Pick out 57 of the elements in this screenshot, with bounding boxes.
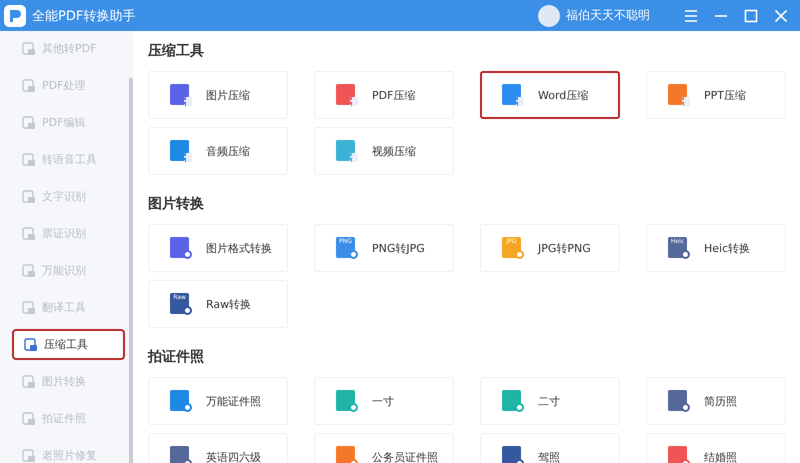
document-icon	[22, 116, 36, 130]
tool-card[interactable]: 图片压缩	[148, 71, 288, 119]
tool-label: 二寸	[538, 394, 560, 408]
document-icon	[22, 264, 36, 278]
tool-label: 视频压缩	[372, 144, 416, 158]
section-heading: 拍证件照	[148, 348, 205, 367]
tool-card[interactable]: 英语四六级	[148, 433, 288, 463]
tool-card[interactable]: 公务员证件照	[314, 433, 454, 463]
tool-card[interactable]: 图片格式转换	[148, 224, 288, 272]
tool-label: PNG转JPG	[372, 240, 425, 256]
tool-card[interactable]: PPT压缩	[646, 71, 786, 119]
document-icon	[22, 190, 36, 204]
tool-label: 一寸	[372, 394, 394, 408]
menu-icon[interactable]	[684, 8, 698, 22]
document-icon	[22, 78, 36, 92]
tool-card[interactable]: 驾照	[480, 433, 620, 463]
document-icon	[22, 448, 36, 462]
section-heading: 图片转换	[148, 195, 205, 214]
document-icon	[22, 412, 36, 426]
close-icon[interactable]	[774, 8, 788, 22]
tool-label: 图片压缩	[206, 88, 250, 102]
tool-card[interactable]: 一寸	[314, 377, 454, 425]
tool-label: Word压缩	[538, 88, 588, 102]
tool-card[interactable]: 二寸	[480, 377, 620, 425]
avatar-icon[interactable]	[538, 4, 560, 26]
tool-card[interactable]: 音频压缩	[148, 127, 288, 175]
tool-card[interactable]: 万能证件照	[148, 377, 288, 425]
tool-label: 简历照	[704, 394, 737, 408]
document-icon	[22, 226, 36, 240]
tool-label: 英语四六级	[206, 450, 261, 463]
tool-card[interactable]: Word压缩	[480, 71, 620, 119]
section-heading: 压缩工具	[148, 42, 205, 61]
document-icon	[22, 300, 36, 314]
tool-label: Raw转换	[206, 296, 252, 312]
window-title: 全能PDF转换助手	[32, 8, 136, 24]
tool-label: PDF压缩	[372, 88, 416, 102]
tool-label: 结婚照	[704, 450, 737, 463]
maximize-icon[interactable]	[744, 8, 758, 22]
scrollbar[interactable]	[129, 78, 133, 463]
tool-card[interactable]: 结婚照	[646, 433, 786, 463]
tool-card[interactable]: PDF压缩	[314, 71, 454, 119]
tool-label: Heic转换	[704, 240, 750, 256]
tool-label: PPT压缩	[704, 88, 746, 102]
tool-label: 万能证件照	[206, 394, 261, 408]
sidebar-item[interactable]: 压缩工具	[12, 329, 125, 360]
tool-label: 公务员证件照	[372, 450, 438, 463]
document-icon	[22, 152, 36, 166]
tool-card[interactable]: 简历照	[646, 377, 786, 425]
document-icon	[22, 374, 36, 388]
tool-label: 图片格式转换	[206, 240, 272, 256]
app-logo-icon	[4, 4, 26, 26]
document-icon	[24, 338, 38, 352]
tool-label: 驾照	[538, 450, 560, 463]
tool-label: JPG转PNG	[538, 240, 591, 256]
tool-label: 音频压缩	[206, 144, 250, 158]
tool-card[interactable]: 视频压缩	[314, 127, 454, 175]
document-icon	[22, 42, 36, 56]
